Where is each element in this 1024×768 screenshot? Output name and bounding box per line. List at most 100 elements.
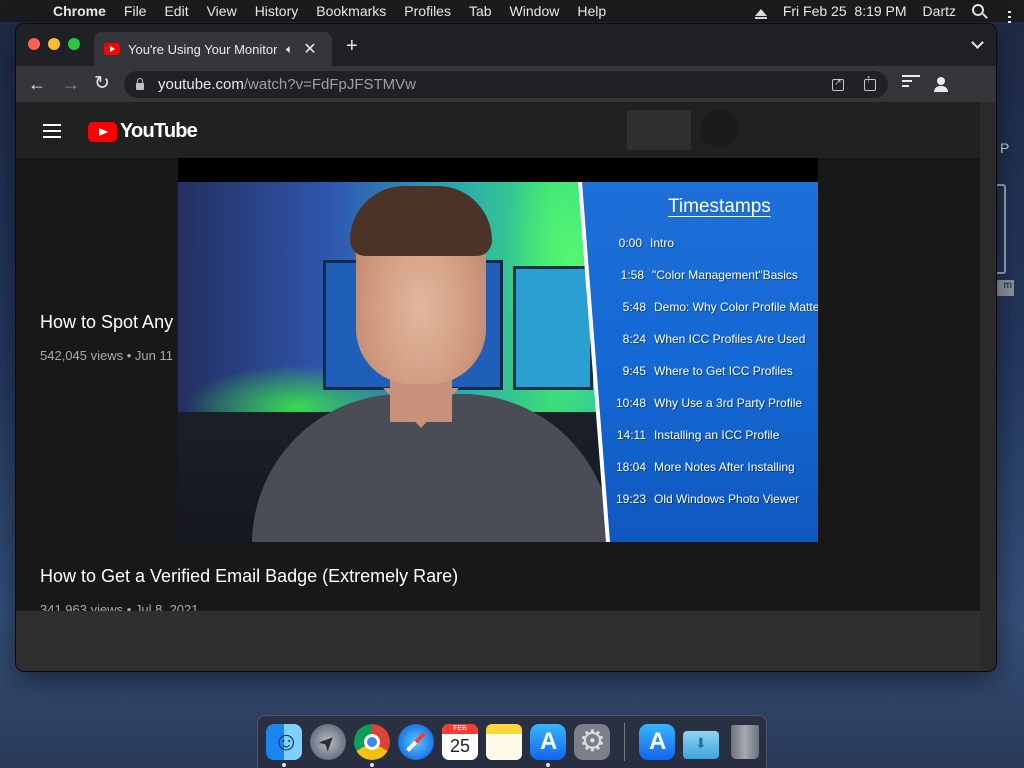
window-close-button[interactable] bbox=[28, 38, 40, 50]
menu-window[interactable]: Window bbox=[501, 3, 569, 19]
notes-icon[interactable] bbox=[486, 724, 522, 760]
youtube-logo-text: YouTube bbox=[120, 120, 198, 142]
timestamp-row: 0:00 Intro bbox=[610, 236, 674, 250]
tab-title: You're Using Your Monitor bbox=[128, 41, 278, 57]
menu-file[interactable]: File bbox=[115, 3, 156, 19]
timestamp-row: 8:24 When ICC Profiles Are Used bbox=[614, 332, 806, 346]
timestamp-label: "Color Management"Basics bbox=[652, 268, 798, 282]
address-path: /watch?v=FdFpJFSTMVw bbox=[243, 76, 417, 93]
timestamp-time: 8:24 bbox=[622, 332, 646, 346]
menu-datetime[interactable]: Fri Feb 25 8:19 PM bbox=[775, 3, 915, 19]
open-in-app-icon[interactable] bbox=[832, 77, 844, 91]
timestamp-row: 14:11 Installing an ICC Profile bbox=[614, 428, 780, 442]
media-controls-icon[interactable] bbox=[902, 75, 920, 90]
desktop-background-window: P m bbox=[996, 140, 1024, 296]
video-title[interactable]: How to Get a Verified Email Badge (Extre… bbox=[40, 566, 458, 587]
timestamp-label: Intro bbox=[650, 236, 675, 250]
finder-icon[interactable] bbox=[266, 724, 302, 767]
timestamp-time: 19:23 bbox=[615, 492, 646, 506]
timestamp-time: 0:00 bbox=[618, 236, 642, 250]
page-bottom-bar bbox=[16, 611, 980, 671]
timestamps-heading: Timestamps bbox=[668, 196, 771, 217]
video-player[interactable]: Timestamps 0:00 Intro 1:58 "Color Manageme… bbox=[178, 158, 818, 542]
chrome-icon[interactable] bbox=[354, 724, 390, 767]
tab-search-chevron-icon[interactable] bbox=[971, 36, 984, 49]
control-center-icon[interactable] bbox=[992, 0, 1024, 23]
running-indicator bbox=[370, 763, 374, 767]
menu-app-name[interactable]: Chrome bbox=[44, 3, 115, 19]
menu-bookmarks[interactable]: Bookmarks bbox=[307, 3, 395, 19]
address-bar[interactable]: youtube.com/watch?v=FdFpJFSTMVw bbox=[124, 71, 888, 98]
dock-separator bbox=[624, 723, 625, 761]
timestamp-label: Installing an ICC Profile bbox=[654, 428, 780, 442]
video-scene bbox=[178, 182, 618, 542]
hamburger-menu-icon[interactable] bbox=[43, 124, 61, 142]
calendar-month: FEB bbox=[442, 724, 478, 734]
lock-icon[interactable] bbox=[136, 78, 144, 90]
reload-button[interactable]: ↻ bbox=[94, 73, 110, 95]
timestamp-time: 9:45 bbox=[622, 364, 646, 378]
timestamp-time: 18:04 bbox=[615, 460, 646, 474]
timestamp-label: Old Windows Photo Viewer bbox=[654, 492, 800, 506]
address-host: youtube.com bbox=[158, 76, 244, 93]
presenter-hair bbox=[350, 186, 492, 256]
tab-strip: You're Using Your Monitor 🔈︎ ✕ + bbox=[16, 24, 996, 66]
window-fullscreen-button[interactable] bbox=[68, 38, 80, 50]
video-title[interactable]: How to Spot Any bbox=[40, 312, 173, 333]
youtube-favicon-icon bbox=[104, 43, 120, 55]
background-window-text: P bbox=[1000, 140, 1010, 156]
back-button[interactable]: ← bbox=[28, 73, 46, 95]
trash-icon[interactable] bbox=[731, 725, 759, 759]
menu-history[interactable]: History bbox=[246, 3, 308, 19]
running-indicator bbox=[282, 763, 286, 767]
youtube-play-icon bbox=[88, 121, 117, 142]
timestamp-time: 14:11 bbox=[616, 428, 646, 442]
share-icon[interactable] bbox=[864, 73, 876, 91]
app-store-downloads-icon[interactable] bbox=[639, 724, 675, 760]
eject-icon[interactable] bbox=[747, 3, 775, 19]
menu-edit[interactable]: Edit bbox=[155, 3, 197, 19]
timestamp-label: More Notes After Installing bbox=[654, 460, 795, 474]
timestamp-label: Why Use a 3rd Party Profile bbox=[654, 396, 803, 410]
menu-help[interactable]: Help bbox=[568, 3, 615, 19]
calendar-icon[interactable]: FEB 25 bbox=[442, 724, 478, 760]
search-placeholder[interactable] bbox=[627, 110, 691, 150]
youtube-logo[interactable]: YouTube bbox=[88, 120, 198, 143]
timestamp-row: 18:04 More Notes After Installing bbox=[614, 460, 795, 474]
timestamp-row: 19:23 Old Windows Photo Viewer bbox=[614, 492, 799, 506]
browser-toolbar: ← → ↻ youtube.com/watch?v=FdFpJFSTMVw bbox=[16, 66, 996, 102]
menu-view[interactable]: View bbox=[198, 3, 246, 19]
forward-button[interactable]: → bbox=[62, 73, 80, 95]
menu-tab[interactable]: Tab bbox=[460, 3, 501, 19]
timestamp-label: When ICC Profiles Are Used bbox=[654, 332, 806, 346]
timestamp-row: 5:48 Demo: Why Color Profile Matters bbox=[614, 300, 818, 314]
safari-icon[interactable] bbox=[398, 724, 434, 760]
menu-bar: Chrome File Edit View History Bookmarks … bbox=[0, 0, 1024, 23]
app-store-icon[interactable] bbox=[530, 724, 566, 767]
background-window-chip: m bbox=[996, 280, 1014, 296]
menu-user[interactable]: Dartz bbox=[915, 3, 964, 19]
spotlight-search-icon[interactable] bbox=[964, 3, 992, 19]
account-placeholder[interactable] bbox=[700, 110, 738, 148]
speaker-icon[interactable]: 🔈︎ bbox=[286, 42, 293, 57]
page-scrollbar[interactable] bbox=[980, 102, 996, 671]
profile-avatar-icon[interactable] bbox=[930, 73, 952, 95]
running-indicator bbox=[546, 763, 550, 767]
launchpad-icon[interactable] bbox=[310, 724, 346, 760]
presenter-collar bbox=[383, 388, 459, 428]
timestamp-time: 1:58 bbox=[620, 268, 644, 282]
tab-close-button[interactable]: ✕ bbox=[303, 39, 316, 59]
timestamp-label: Where to Get ICC Profiles bbox=[654, 364, 793, 378]
timestamp-row: 1:58 "Color Management"Basics bbox=[612, 268, 798, 282]
new-tab-button[interactable]: + bbox=[346, 36, 358, 56]
timestamp-row: 10:48 Why Use a 3rd Party Profile bbox=[614, 396, 802, 410]
tab-youtube[interactable]: You're Using Your Monitor 🔈︎ ✕ bbox=[94, 32, 332, 66]
downloads-folder-icon[interactable] bbox=[683, 731, 719, 759]
timestamp-label: Demo: Why Color Profile Matters bbox=[654, 300, 818, 314]
timestamp-row: 9:45 Where to Get ICC Profiles bbox=[614, 364, 793, 378]
window-minimize-button[interactable] bbox=[48, 38, 60, 50]
menu-profiles[interactable]: Profiles bbox=[395, 3, 460, 19]
system-preferences-icon[interactable] bbox=[574, 724, 610, 760]
video-frame[interactable]: Timestamps 0:00 Intro 1:58 "Color Manageme… bbox=[178, 182, 818, 542]
calendar-day: 25 bbox=[449, 736, 471, 756]
